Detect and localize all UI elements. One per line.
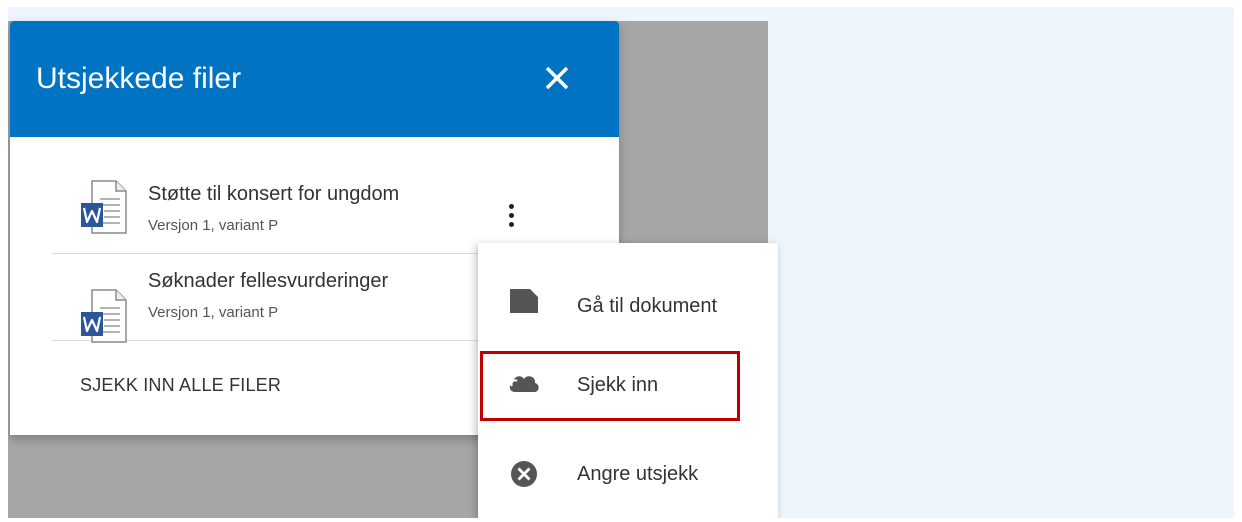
file-row[interactable]: Støtte til konsert for ungdom Versjon 1,…: [52, 137, 528, 254]
dialog-header: Utsjekkede filer: [10, 21, 619, 137]
close-button[interactable]: [542, 63, 572, 93]
document-icon: [510, 289, 538, 313]
menu-item-label: Angre utsjekk: [577, 463, 699, 485]
menu-item-label: Gå til dokument: [577, 295, 718, 317]
word-file-icon: [81, 180, 127, 234]
menu-item-check-in[interactable]: Sjekk inn: [478, 349, 768, 419]
file-version: Versjon 1, variant P: [148, 217, 279, 234]
check-in-all-files-button[interactable]: SJEKK INN ALLE FILER: [80, 375, 281, 396]
cancel-circle-icon: [511, 461, 537, 487]
cloud-upload-icon: [509, 376, 539, 392]
file-name: Støtte til konsert for ungdom: [148, 183, 400, 205]
more-vert-icon: [508, 204, 514, 209]
file-version: Versjon 1, variant P: [148, 304, 279, 321]
more-options-button[interactable]: [504, 200, 518, 242]
menu-item-label: Sjekk inn: [577, 374, 659, 396]
word-file-icon: [81, 289, 127, 343]
close-icon: [545, 66, 569, 90]
screenshot-canvas: Utsjekkede filer Støtte til konsert for …: [8, 7, 1234, 518]
file-context-menu: Gå til dokument Sjekk inn Angre utsjekk: [478, 243, 778, 518]
menu-item-go-to-document[interactable]: Gå til dokument: [478, 263, 768, 333]
file-row[interactable]: Søknader fellesvurderinger Versjon 1, va…: [52, 254, 528, 343]
file-name: Søknader fellesvurderinger: [148, 270, 389, 292]
dialog-title: Utsjekkede filer: [36, 62, 242, 95]
menu-item-undo-checkout[interactable]: Angre utsjekk: [478, 438, 768, 508]
